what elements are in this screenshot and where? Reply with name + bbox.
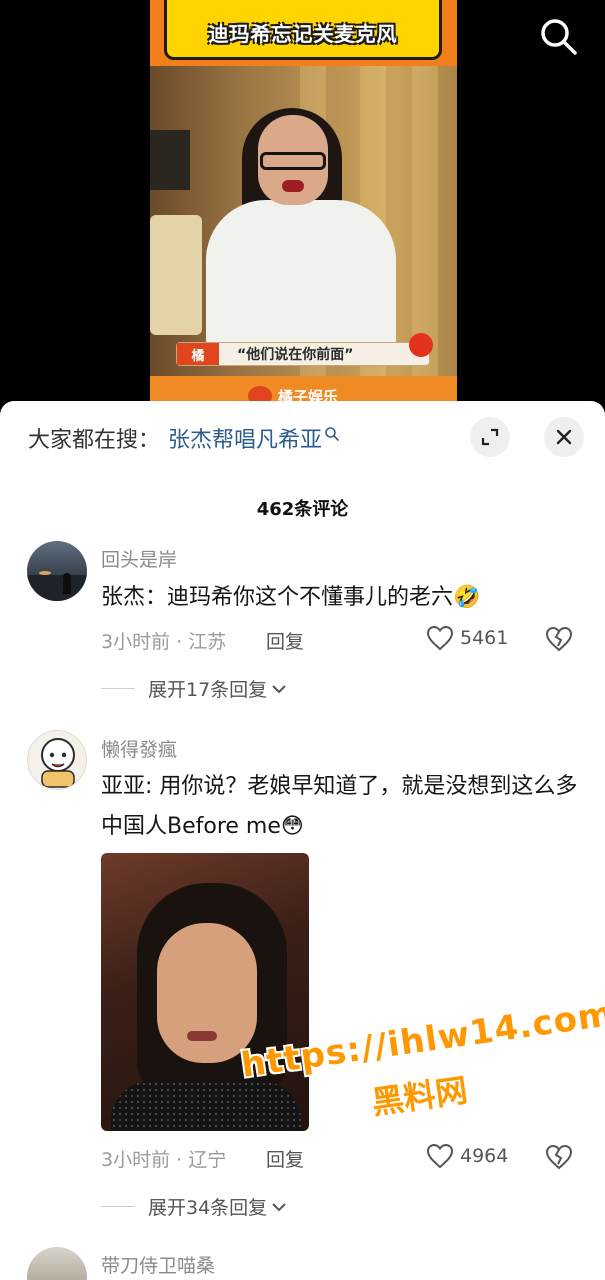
- heart-icon: [426, 1143, 454, 1169]
- search-icon: [541, 19, 577, 55]
- avatar[interactable]: [27, 541, 87, 601]
- chevron-down-icon: [272, 1202, 286, 1211]
- comment-text: 张杰：迪玛希你这个不懂事儿的老六🤣: [101, 585, 481, 610]
- divider-line: [101, 1206, 135, 1207]
- broken-heart-icon: [545, 1144, 573, 1170]
- reply-button[interactable]: 回复: [266, 627, 304, 654]
- sunglasses-emoji-icon: [409, 333, 433, 357]
- video-title-text: 迪玛希忘记关麦克风: [208, 22, 398, 46]
- chevron-down-icon: [272, 684, 286, 693]
- avatar-cartoon: [41, 738, 75, 788]
- video-player[interactable]: 迪玛希忘记关麦克风 橘 “他们说在你前面” 橘子娱乐: [150, 0, 457, 420]
- avatar[interactable]: [27, 1247, 87, 1280]
- comment-username[interactable]: 带刀侍卫喵桑: [101, 1251, 215, 1278]
- video-title-box: 迪玛希忘记关麦克风: [164, 0, 442, 60]
- comment-count: 462条评论: [256, 499, 349, 520]
- broken-heart-icon: [545, 626, 573, 652]
- comment-username[interactable]: 懒得發瘋: [101, 735, 177, 762]
- background-lamp: [150, 130, 190, 190]
- search-button[interactable]: [536, 14, 580, 58]
- comments-sheet: 大家都在搜： 张杰帮唱凡希亚 462条评论 回头是岸 张杰：迪玛希你这个不懂事儿…: [0, 401, 605, 1280]
- expand-replies-button[interactable]: 展开34条回复: [101, 1193, 287, 1220]
- dislike-button[interactable]: [545, 1143, 573, 1171]
- reply-button[interactable]: 回复: [266, 1145, 304, 1172]
- expand-icon: [481, 428, 499, 446]
- image-dress: [111, 1081, 301, 1131]
- trending-search-hint[interactable]: 大家都在搜： 张杰帮唱凡希亚: [28, 423, 340, 453]
- expand-replies-label: 展开17条回复: [148, 679, 268, 701]
- trending-search-link[interactable]: 张杰帮唱凡希亚: [168, 422, 322, 454]
- person-lips: [282, 180, 304, 192]
- expand-replies-button[interactable]: 展开17条回复: [101, 675, 287, 702]
- expand-replies-label: 展开34条回复: [148, 1197, 268, 1219]
- video-area[interactable]: 迪玛希忘记关麦克风 橘 “他们说在你前面” 橘子娱乐: [0, 0, 605, 420]
- watermark-name: 黑料网: [369, 1070, 470, 1122]
- comment-time-location: 3小时前 · 江苏: [101, 631, 227, 653]
- person-shirt: [206, 200, 396, 350]
- expand-sheet-button[interactable]: [470, 417, 510, 457]
- like-button[interactable]: 5461: [426, 625, 508, 651]
- video-subtitle: 橘 “他们说在你前面”: [176, 333, 433, 366]
- comment-text: 亚亚: 用你说？老娘早知道了，就是没想到这么多中国人Before me😳: [101, 774, 578, 839]
- search-icon: [325, 427, 339, 441]
- like-count: 4964: [460, 1145, 509, 1167]
- background-bed: [150, 215, 202, 335]
- comment-time-location: 3小时前 · 辽宁: [101, 1149, 227, 1171]
- video-title-banner: 迪玛希忘记关麦克风: [150, 0, 457, 66]
- avatar-silhouette: [27, 571, 87, 601]
- person-glasses: [260, 152, 326, 170]
- trending-search-prefix: 大家都在搜：: [28, 428, 161, 453]
- avatar[interactable]: [27, 730, 87, 790]
- heart-icon: [426, 625, 454, 651]
- close-sheet-button[interactable]: [544, 417, 584, 457]
- divider-line: [101, 688, 135, 689]
- like-button[interactable]: 4964: [426, 1143, 508, 1169]
- subtitle-text: “他们说在你前面”: [237, 347, 354, 363]
- image-face: [157, 923, 257, 1063]
- subtitle-tag: 橘: [177, 343, 219, 365]
- like-count: 5461: [460, 627, 509, 649]
- comment-image[interactable]: [101, 853, 309, 1131]
- image-lips: [187, 1031, 217, 1041]
- comment-username[interactable]: 回头是岸: [101, 545, 177, 572]
- dislike-button[interactable]: [545, 625, 573, 653]
- close-icon: [556, 429, 572, 445]
